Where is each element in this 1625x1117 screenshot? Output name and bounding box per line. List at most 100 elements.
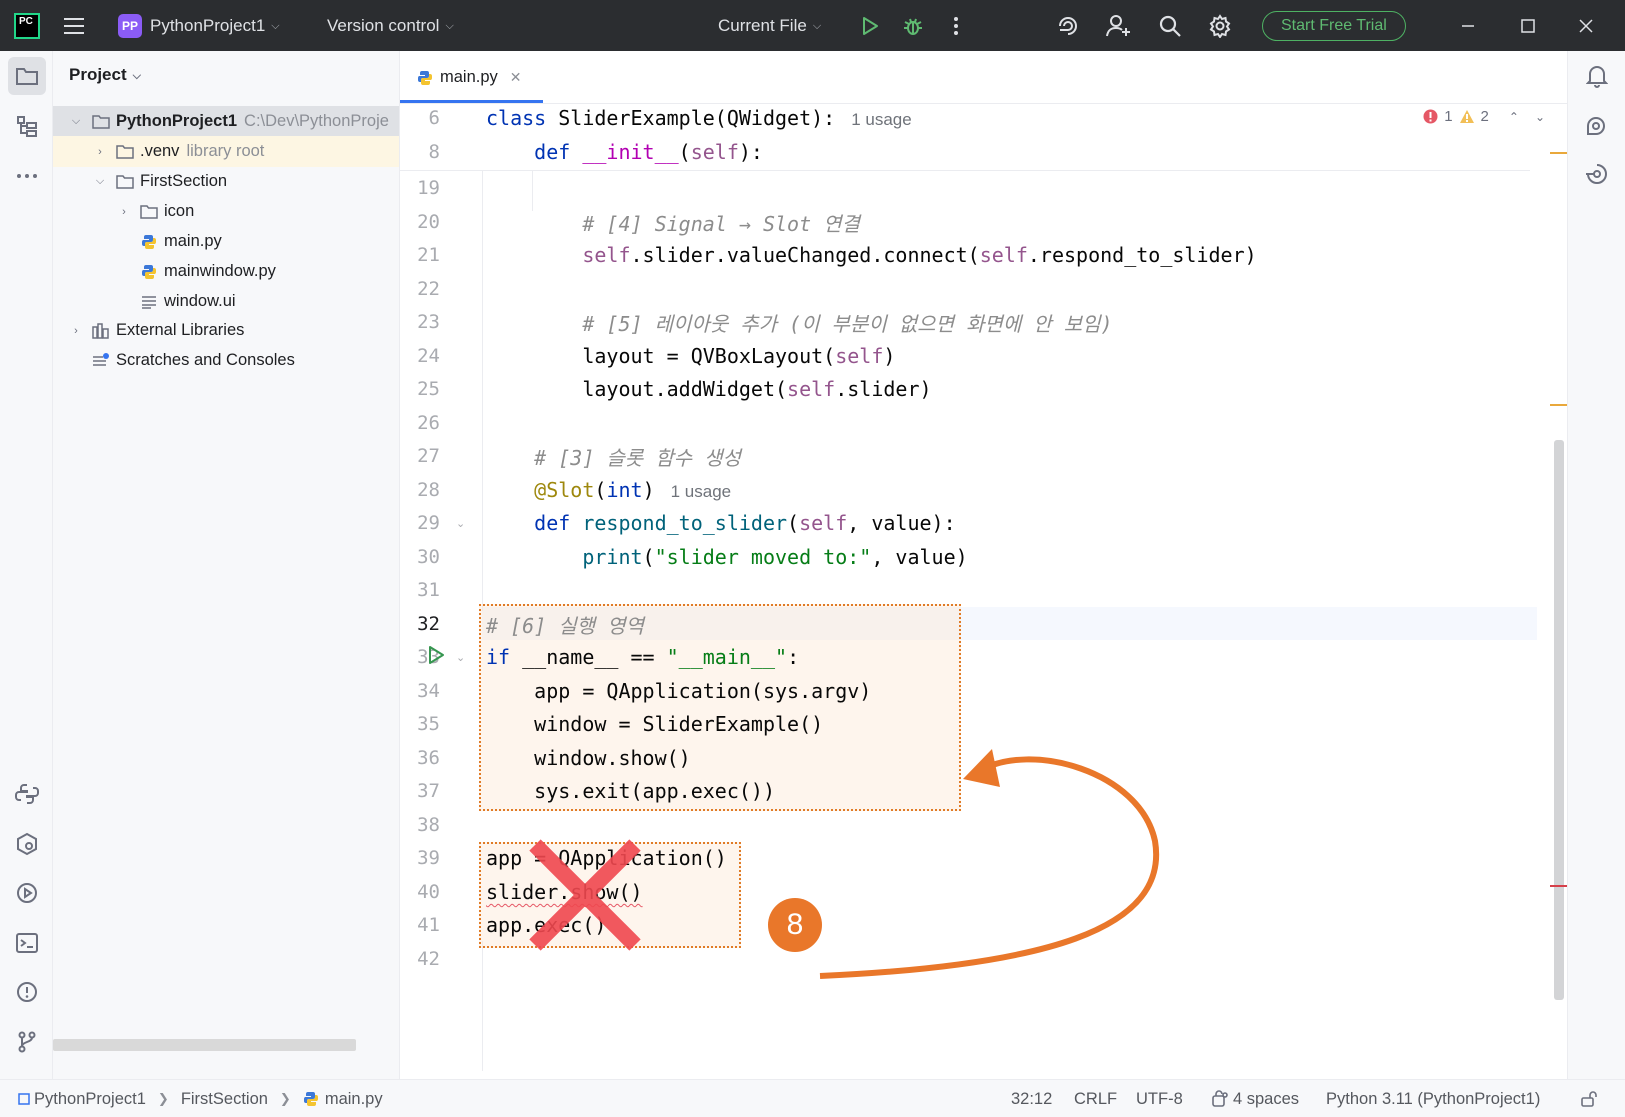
line-number: 21 xyxy=(417,244,440,266)
fold-chevron-icon[interactable]: ⌄ xyxy=(456,651,465,664)
warning-stripe-marker[interactable] xyxy=(1550,404,1567,406)
ai-chat-button[interactable] xyxy=(1578,107,1616,145)
notifications-button[interactable] xyxy=(1578,57,1616,95)
caret-position[interactable]: 32:12 xyxy=(1011,1080,1052,1117)
project-panel-header[interactable]: Project ⌵ xyxy=(69,65,141,85)
indent-setting[interactable]: 4 spaces xyxy=(1211,1080,1299,1117)
terminal-button[interactable] xyxy=(8,924,46,962)
tree-item-firstsection[interactable]: ⌵ FirstSection xyxy=(53,166,399,197)
run-gutter-icon[interactable] xyxy=(426,645,446,670)
chevron-down-icon: ⌵ xyxy=(812,20,822,32)
chevron-down-icon: ⌵ xyxy=(132,69,141,82)
python-file-icon xyxy=(303,1092,318,1106)
tree-item-main-py[interactable]: main.py xyxy=(53,226,399,257)
ai-assistant-button[interactable] xyxy=(1056,0,1080,51)
text-file-icon xyxy=(140,294,158,310)
line-number: 27 xyxy=(417,445,440,467)
scratches-icon xyxy=(92,352,110,369)
line-number: 19 xyxy=(417,177,440,199)
services-button[interactable] xyxy=(8,825,46,863)
debug-button[interactable] xyxy=(902,0,924,51)
error-stripe-marker[interactable] xyxy=(1550,885,1567,887)
project-switcher[interactable]: PP PythonProject1 ⌵ xyxy=(118,0,280,51)
tree-item-label: External Libraries xyxy=(116,321,245,339)
next-highlight-icon[interactable]: ⌄ xyxy=(1535,110,1545,124)
close-icon xyxy=(1579,18,1593,33)
minimize-icon xyxy=(1462,24,1474,27)
run-tool-button[interactable] xyxy=(8,874,46,912)
line-number: 35 xyxy=(417,713,440,735)
vertical-scrollbar[interactable] xyxy=(1554,440,1564,1000)
fold-chevron-icon[interactable]: ⌄ xyxy=(456,517,465,530)
tree-item-external-libraries[interactable]: › External Libraries xyxy=(53,315,399,346)
close-tab-icon[interactable]: ✕ xyxy=(510,69,522,86)
add-user-button[interactable] xyxy=(1106,0,1132,51)
previous-highlight-icon[interactable]: ⌃ xyxy=(1509,110,1519,124)
breadcrumb-item[interactable]: FirstSection xyxy=(181,1090,268,1109)
library-icon xyxy=(92,322,110,339)
tab-label: main.py xyxy=(440,68,498,86)
error-count: 1 xyxy=(1444,108,1453,125)
tree-item-window-ui[interactable]: window.ui xyxy=(53,286,399,317)
more-actions-button[interactable] xyxy=(952,0,960,51)
breadcrumb: PythonProject1 ❯ FirstSection ❯ main.py xyxy=(18,1080,383,1117)
horizontal-scrollbar[interactable] xyxy=(53,1039,356,1051)
expanded-chevron-icon: ⌵ xyxy=(95,175,105,187)
tree-item-note: library root xyxy=(186,142,265,160)
editor-tab-bar: main.py ✕ xyxy=(400,51,1567,104)
project-tool-button[interactable] xyxy=(8,57,46,95)
readonly-toggle[interactable] xyxy=(1580,1080,1598,1117)
step-number-badge: 8 xyxy=(768,898,822,952)
indent-guide xyxy=(482,941,483,1071)
file-encoding[interactable]: UTF-8 xyxy=(1136,1080,1183,1117)
line-number: 32 xyxy=(417,613,440,635)
run-button[interactable] xyxy=(860,0,880,51)
tree-item-venv[interactable]: › .venv library root xyxy=(53,136,399,167)
structure-tool-button[interactable] xyxy=(8,107,46,145)
main-menu-button[interactable] xyxy=(62,0,86,51)
tree-item-mainwindow-py[interactable]: mainwindow.py xyxy=(53,256,399,287)
usage-hint[interactable]: 1 usage xyxy=(851,110,912,129)
start-free-trial-button[interactable]: Start Free Trial xyxy=(1262,10,1406,41)
problems-button[interactable] xyxy=(8,973,46,1011)
line-separator[interactable]: CRLF xyxy=(1074,1080,1117,1117)
git-button[interactable] xyxy=(8,1023,46,1061)
line-number: 41 xyxy=(417,914,440,936)
settings-button[interactable] xyxy=(1208,0,1232,51)
warning-stripe-marker[interactable] xyxy=(1550,152,1567,154)
endpoints-button[interactable] xyxy=(1578,155,1616,193)
tree-item-icon-folder[interactable]: › icon xyxy=(53,196,399,227)
python-file-icon xyxy=(416,70,434,86)
code-text: @Slot(int) 1 usage xyxy=(534,478,732,502)
minimize-button[interactable] xyxy=(1460,0,1476,51)
ai-swirl-icon xyxy=(1059,16,1077,35)
python-packages-button[interactable] xyxy=(8,775,46,813)
close-window-button[interactable] xyxy=(1578,0,1594,51)
tree-item-label: main.py xyxy=(164,232,222,250)
vcs-menu[interactable]: Version control ⌵ xyxy=(327,0,454,51)
tree-item-project-root[interactable]: ⌵ PythonProject1 C:\Dev\PythonProje xyxy=(53,106,399,137)
usage-hint[interactable]: 1 usage xyxy=(671,482,732,501)
run-config-selector[interactable]: Current File ⌵ xyxy=(718,0,821,51)
tab-main-py[interactable]: main.py ✕ xyxy=(400,51,543,104)
line-number: 36 xyxy=(417,747,440,769)
services-icon xyxy=(17,832,37,856)
search-button[interactable] xyxy=(1158,0,1182,51)
collapsed-chevron-icon: › xyxy=(122,205,126,218)
tree-item-label: Scratches and Consoles xyxy=(116,351,295,369)
folder-icon xyxy=(92,114,110,130)
more-tools-button[interactable] xyxy=(8,157,46,195)
breadcrumb-item[interactable]: PythonProject1 xyxy=(34,1090,146,1109)
indent-guide xyxy=(532,171,533,211)
line-number: 23 xyxy=(417,311,440,333)
more-horizontal-icon xyxy=(17,174,37,178)
inspection-widget[interactable]: 1 2 ⌃ ⌄ xyxy=(1423,108,1545,125)
line-number: 38 xyxy=(417,814,440,836)
tree-item-scratches[interactable]: Scratches and Consoles xyxy=(53,345,399,376)
warning-icon xyxy=(1459,110,1474,123)
maximize-button[interactable] xyxy=(1520,0,1536,51)
code-text: window.show() xyxy=(486,746,691,770)
breadcrumb-item[interactable]: main.py xyxy=(325,1090,383,1109)
python-interpreter[interactable]: Python 3.11 (PythonProject1) xyxy=(1326,1080,1540,1117)
line-number: 28 xyxy=(417,479,440,501)
